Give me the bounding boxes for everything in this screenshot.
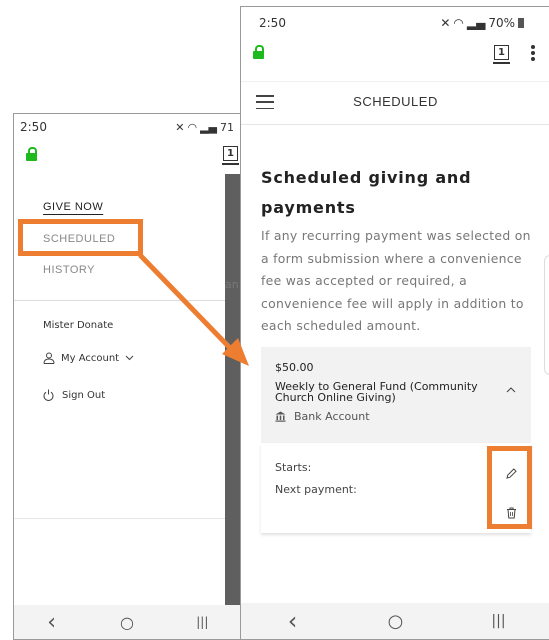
lock-icon (26, 147, 37, 161)
divider (14, 300, 225, 301)
highlight-edit-delete (487, 446, 532, 529)
android-nav-bar: ‹ ○ ||| (241, 603, 549, 639)
payment-amount: $50.00 (275, 361, 314, 374)
wifi-icon: ◠ (453, 16, 464, 30)
my-account-label: My Account (61, 352, 120, 364)
mute-icon: ✕ (175, 120, 185, 134)
left-phone-screen: 2:50 ✕ ◠ ▂▄ 71 1 an GIVE NOW SCHEDULED H… (13, 113, 241, 640)
home-button[interactable]: ○ (107, 613, 147, 632)
recents-button[interactable]: ||| (182, 615, 222, 629)
recents-button[interactable]: ||| (479, 613, 519, 629)
highlight-scheduled (18, 219, 143, 256)
back-button[interactable]: ‹ (32, 610, 72, 635)
starts-label: Starts: (275, 461, 312, 474)
battery-icon (518, 18, 524, 28)
status-time: 2:50 (259, 16, 286, 30)
divider (14, 518, 225, 519)
payment-title: Weekly to General Fund (Community Church… (275, 380, 478, 404)
status-icons: ✕ ◠ ▂▄ 71 (175, 121, 234, 134)
battery-level: 71 (220, 120, 234, 134)
menu-history[interactable]: HISTORY (43, 264, 95, 276)
right-phone-screen: 2:50 ✕ ◠ ▂▄ 70% 1 SCHEDULED Scheduled gi… (240, 6, 549, 640)
section-heading: Scheduled giving and payments (261, 168, 472, 217)
kebab-menu-icon[interactable] (531, 45, 535, 61)
lock-icon (253, 45, 264, 59)
sign-out-label: Sign Out (62, 389, 106, 401)
power-icon (43, 389, 54, 401)
signal-icon: ▂▄ (200, 120, 217, 134)
right-edge-card (544, 255, 549, 375)
my-account-item[interactable]: My Account (43, 352, 134, 364)
mute-icon: ✕ (440, 16, 451, 30)
sign-out-item[interactable]: Sign Out (43, 389, 105, 401)
payment-card[interactable]: $50.00 Weekly to General Fund (Community… (261, 347, 531, 443)
status-icons: ✕ ◠ ▂▄ 70% (440, 16, 524, 30)
tabs-icon[interactable]: 1 (222, 146, 239, 165)
chevron-up-icon[interactable] (506, 387, 516, 393)
bank-icon (275, 411, 286, 422)
status-bar: 2:50 ✕ ◠ ▂▄ 71 (14, 114, 240, 140)
page-overlay[interactable] (225, 174, 240, 614)
app-header: SCHEDULED (241, 81, 549, 125)
page-title: SCHEDULED (353, 94, 438, 109)
wifi-icon: ◠ (187, 120, 198, 134)
payment-method-label: Bank Account (294, 410, 370, 423)
status-bar: 2:50 ✕ ◠ ▂▄ 70% (241, 11, 549, 35)
fee-description: If any recurring payment was selected on… (261, 228, 531, 333)
menu-give-now[interactable]: GIVE NOW (43, 201, 103, 213)
android-nav-bar: ‹ ○ ||| (14, 605, 240, 639)
user-icon (43, 352, 55, 364)
signal-icon: ▂▄ (466, 16, 486, 30)
status-time: 2:50 (20, 120, 47, 134)
battery-level: 70% (488, 16, 515, 30)
tabs-icon[interactable]: 1 (493, 45, 510, 64)
background-text: an (225, 278, 239, 291)
chevron-down-icon (125, 355, 134, 361)
user-name: Mister Donate (43, 320, 114, 331)
payment-method: Bank Account (275, 410, 370, 423)
next-payment-label: Next payment: (275, 483, 357, 496)
back-button[interactable]: ‹ (273, 607, 313, 635)
home-button[interactable]: ○ (376, 611, 416, 632)
